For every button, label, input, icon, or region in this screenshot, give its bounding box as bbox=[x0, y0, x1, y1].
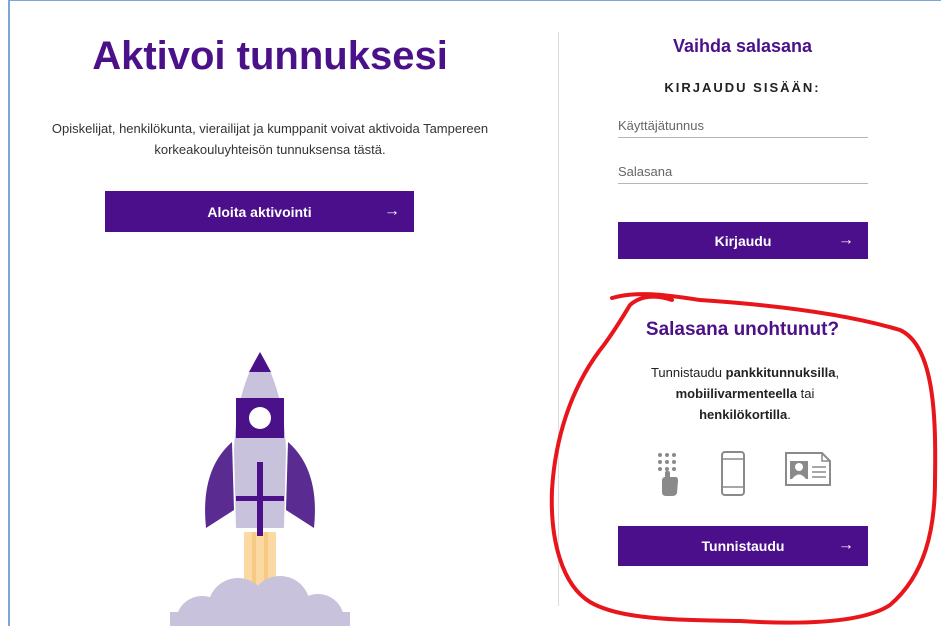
mobile-certificate-text: mobiilivarmenteella bbox=[675, 386, 798, 401]
arrow-right-icon: → bbox=[838, 231, 854, 249]
bank-credentials-text: pankkitunnuksilla bbox=[725, 365, 836, 380]
forgot-text-1: Tunnistaudu bbox=[650, 365, 726, 380]
intro-line-1: Opiskelijat, henkilökunta, vierailijat j… bbox=[51, 121, 489, 136]
identify-button-label: Tunnistaudu bbox=[701, 538, 785, 554]
forgot-text-3: tai bbox=[797, 386, 815, 401]
login-heading: KIRJAUDU SISÄÄN: bbox=[664, 80, 821, 95]
forgot-password-text: Tunnistaudu pankkitunnuksilla, mobiiliva… bbox=[620, 362, 870, 425]
start-activation-button[interactable]: Aloita aktivointi → bbox=[105, 191, 414, 232]
username-input[interactable] bbox=[618, 113, 868, 138]
id-card-text: henkilökortilla bbox=[699, 407, 788, 422]
rocket-right-fin bbox=[286, 442, 315, 528]
start-activation-label: Aloita aktivointi bbox=[207, 203, 312, 220]
id-card-icon bbox=[785, 452, 831, 486]
rocket-nose bbox=[249, 352, 271, 372]
rocket-window bbox=[249, 407, 271, 429]
activation-intro: Opiskelijat, henkilökunta, vierailijat j… bbox=[20, 118, 520, 160]
auth-method-icons bbox=[652, 451, 842, 499]
rocket-left-fin bbox=[205, 442, 234, 528]
forgot-text-2: , bbox=[835, 365, 840, 380]
change-password-title: Vaihda salasana bbox=[672, 36, 813, 56]
change-password-panel: Vaihda salasana KIRJAUDU SISÄÄN: Kirjaud… bbox=[590, 0, 895, 626]
arrow-right-icon: → bbox=[838, 536, 854, 554]
forgot-password-title: Salasana unohtunut? bbox=[645, 319, 840, 340]
forgot-text-4: . bbox=[787, 407, 791, 422]
rocket-illustration bbox=[170, 352, 350, 626]
intro-line-2: korkeakouluyhteisön tunnuksensa tästä. bbox=[154, 142, 386, 157]
bank-keypad-icon bbox=[658, 453, 678, 496]
identify-button[interactable]: Tunnistaudu → bbox=[618, 526, 868, 566]
arrow-right-icon: → bbox=[384, 202, 400, 220]
login-button-label: Kirjaudu bbox=[714, 232, 772, 249]
mobile-phone-icon bbox=[721, 451, 745, 496]
login-button[interactable]: Kirjaudu → bbox=[618, 222, 868, 259]
activation-panel: Aktivoi tunnuksesi Opiskelijat, henkilök… bbox=[10, 0, 550, 626]
password-input[interactable] bbox=[618, 159, 868, 184]
panel-divider bbox=[558, 32, 559, 606]
page-title: Aktivoi tunnuksesi bbox=[92, 34, 448, 78]
